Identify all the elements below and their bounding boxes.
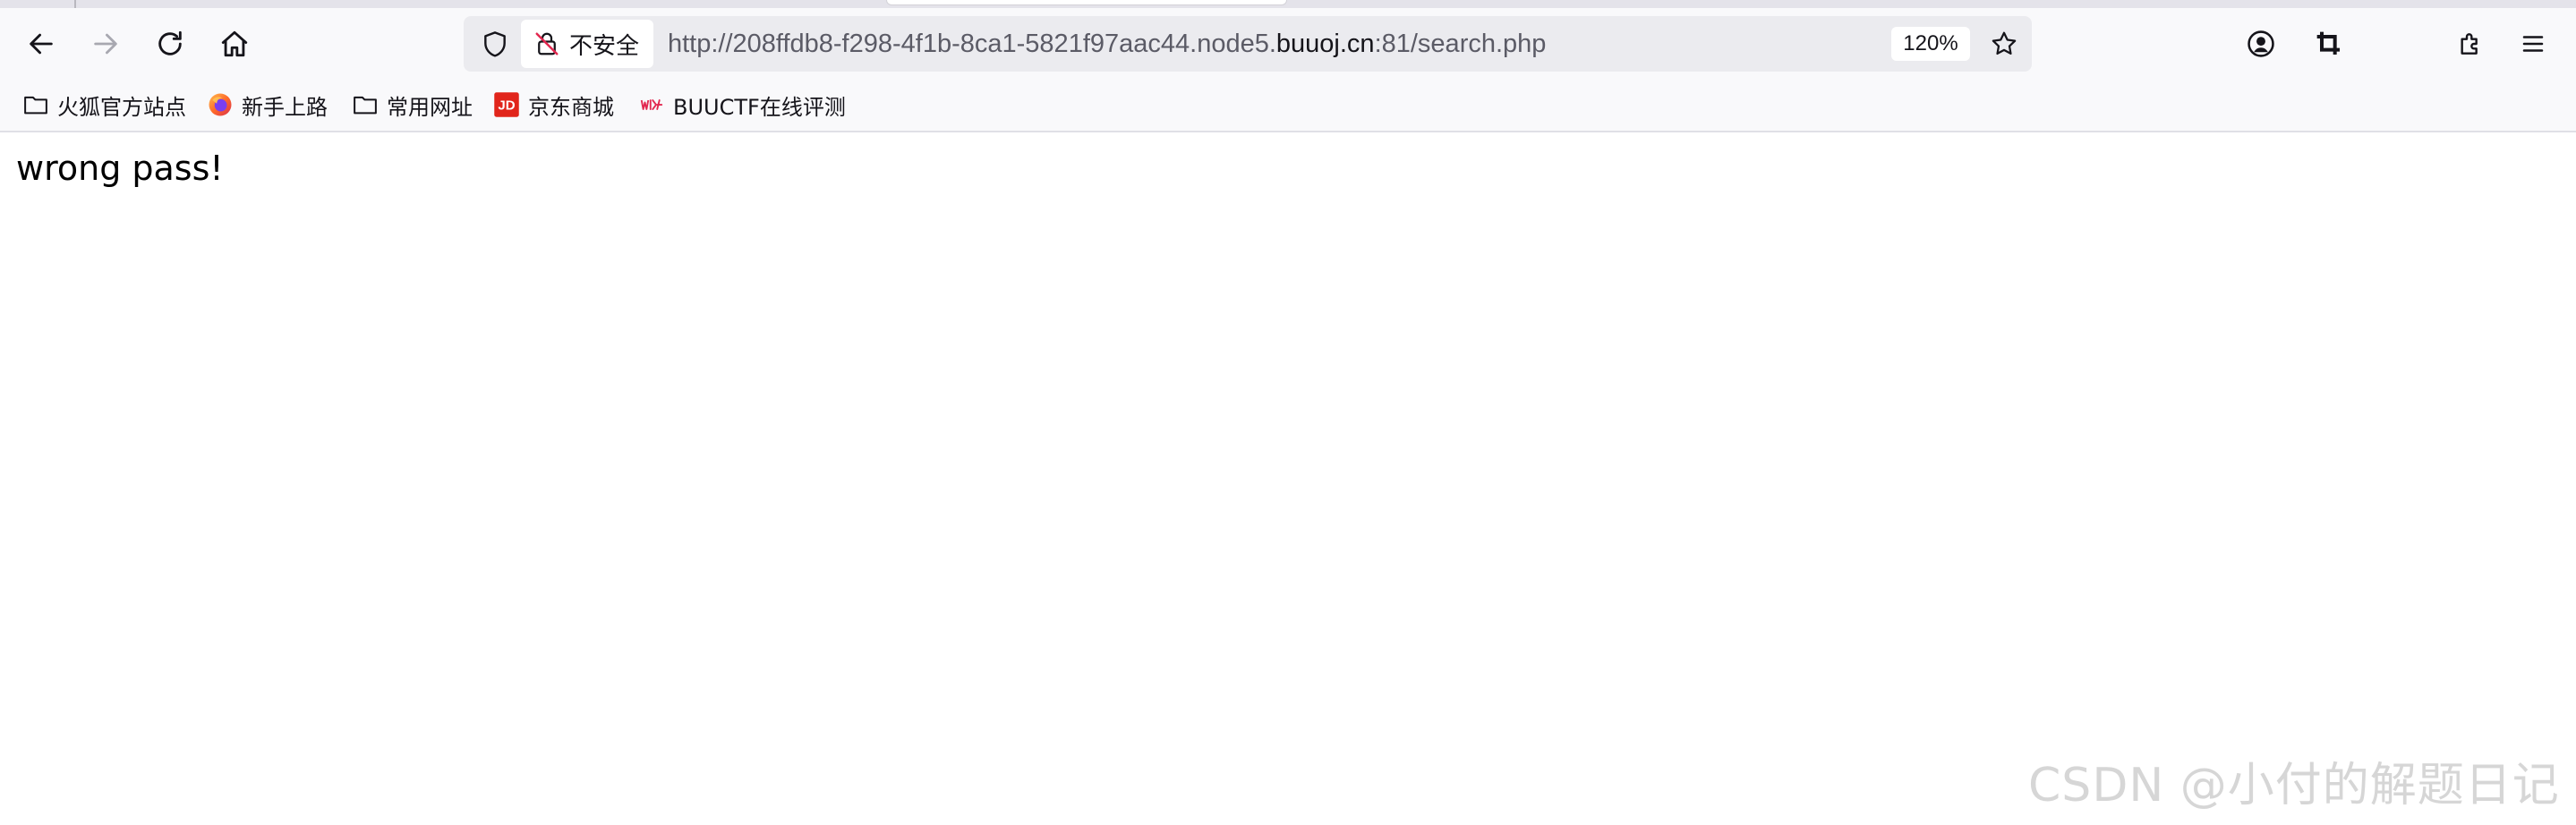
- extensions-button[interactable]: [2444, 17, 2497, 71]
- url-suffix: :81/search.php: [1374, 30, 1547, 58]
- url-bar[interactable]: 不安全 http://208ffdb8-f298-4f1b-8ca1-5821f…: [464, 16, 2032, 72]
- bookmark-label: BUUCTF在线评测: [673, 94, 846, 120]
- reload-icon: [158, 30, 182, 55]
- tab-divider: [74, 0, 76, 8]
- zoom-level-button[interactable]: 120%: [1891, 27, 1970, 61]
- folder-icon: [21, 90, 50, 119]
- reload-button[interactable]: [143, 17, 197, 71]
- navigation-toolbar: 不安全 http://208ffdb8-f298-4f1b-8ca1-5821f…: [0, 8, 2576, 80]
- security-label: 不安全: [569, 32, 640, 60]
- bookmark-label: 常用网址: [387, 94, 473, 120]
- bookmark-getting-started[interactable]: 新手上路: [200, 87, 333, 123]
- jd-icon: JD: [492, 90, 521, 119]
- url-prefix: http://208ffdb8-f298-4f1b-8ca1-5821f97aa…: [668, 30, 1276, 58]
- watermark: CSDN @小付的解题日记: [2028, 759, 2560, 812]
- connection-security-indicator[interactable]: 不安全: [521, 20, 654, 68]
- bookmark-label: 火狐官方站点: [57, 94, 186, 120]
- tracking-protection-button[interactable]: [473, 21, 517, 66]
- tab-strip: [0, 0, 2576, 8]
- bookmark-page-button[interactable]: [1982, 21, 2026, 66]
- account-icon: [2248, 30, 2274, 57]
- account-button[interactable]: [2234, 17, 2288, 71]
- hamburger-menu-icon: [2522, 36, 2544, 52]
- bookmark-folder-firefox-official[interactable]: 火狐官方站点: [16, 87, 192, 123]
- buuctf-icon: [637, 90, 666, 119]
- url-domain: buuoj.cn: [1275, 30, 1375, 58]
- crop-icon: [2316, 31, 2340, 55]
- bookmark-folder-common-sites[interactable]: 常用网址: [345, 87, 478, 123]
- bookmark-label: 新手上路: [242, 94, 328, 120]
- bookmark-label: 京东商城: [528, 94, 614, 120]
- bookmarks-toolbar: 火狐官方站点 新手上路 常用网址 JD 京东商城 BUUCTF在线评测: [0, 80, 2576, 132]
- browser-window: 不安全 http://208ffdb8-f298-4f1b-8ca1-5821f…: [0, 0, 2576, 825]
- app-menu-button[interactable]: [2506, 17, 2560, 71]
- arrow-right-icon: [94, 33, 117, 55]
- folder-icon: [351, 90, 380, 119]
- back-button[interactable]: [14, 17, 68, 71]
- forward-button[interactable]: [79, 17, 132, 71]
- active-tab-edge[interactable]: [886, 0, 1287, 5]
- svg-text:JD: JD: [498, 98, 515, 114]
- home-button[interactable]: [208, 17, 261, 71]
- url-text[interactable]: http://208ffdb8-f298-4f1b-8ca1-5821f97aa…: [668, 16, 1546, 72]
- star-icon: [1992, 31, 2017, 55]
- page-message: wrong pass!: [16, 149, 224, 188]
- insecure-lock-icon: [535, 32, 559, 55]
- arrow-left-icon: [30, 33, 53, 55]
- bookmark-jd-mall[interactable]: JD 京东商城: [487, 87, 619, 123]
- puzzle-icon: [2461, 33, 2478, 55]
- firefox-icon: [206, 90, 235, 119]
- shield-icon: [484, 31, 506, 57]
- bookmark-buuctf[interactable]: BUUCTF在线评测: [632, 87, 851, 123]
- screenshot-button[interactable]: [2302, 17, 2356, 71]
- home-icon: [221, 30, 248, 57]
- page-content: wrong pass! CSDN @小付的解题日记: [0, 132, 2576, 825]
